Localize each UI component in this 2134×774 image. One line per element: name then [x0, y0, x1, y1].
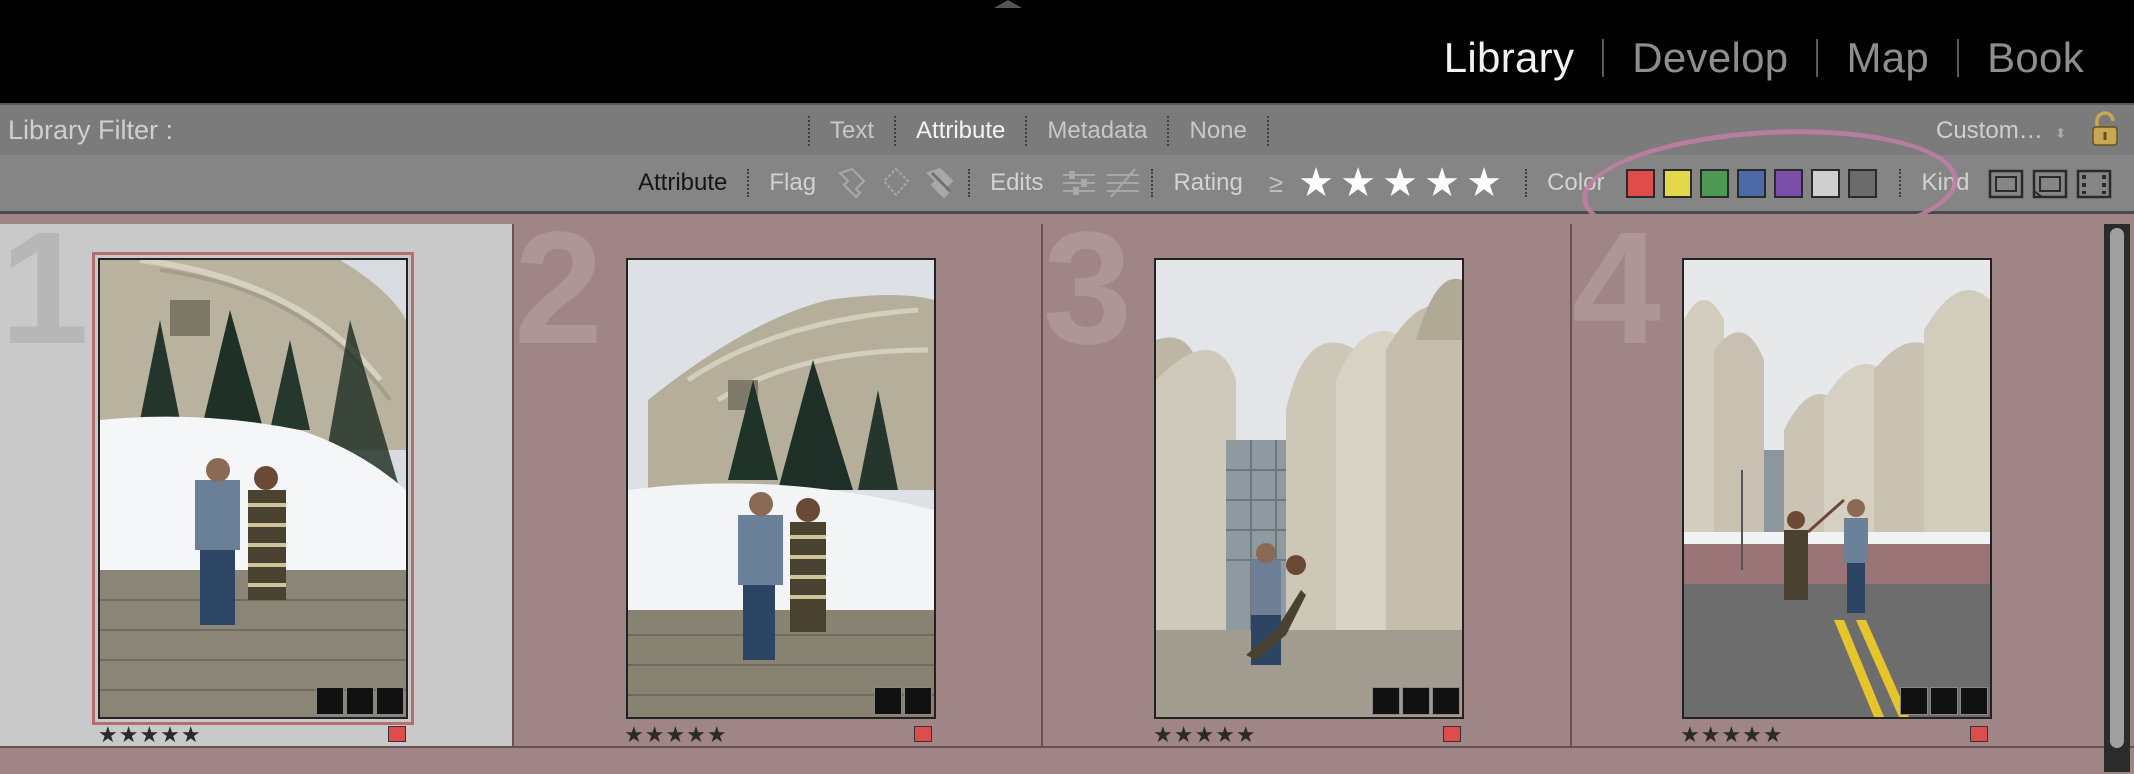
keyword-badge-icon[interactable] — [874, 687, 902, 715]
module-picker-bar: Library Develop Map Book — [0, 0, 2134, 97]
color-label-chip[interactable] — [388, 726, 406, 742]
filter-tabs: Text Attribute Metadata None — [808, 113, 1269, 149]
crop-badge-icon[interactable] — [1930, 687, 1958, 715]
thumbnail-grid: 1 ★★★★★ 2 ★★★★★ 3 ★★★★★ 4 ★★★★★ — [0, 214, 2134, 774]
keyword-badge-icon[interactable] — [1900, 687, 1928, 715]
flag-unflagged-icon[interactable] — [876, 163, 916, 203]
rating-star-4[interactable]: ★ — [1421, 160, 1463, 206]
filter-preset-value: Custom… — [1936, 117, 2043, 144]
filter-preset-dropdown[interactable]: Custom… ⬍ — [1936, 117, 2066, 145]
color-label-chip[interactable] — [1443, 726, 1461, 742]
grid-cell[interactable]: 4 ★★★★★ — [1572, 224, 2102, 760]
edited-icon[interactable] — [1059, 163, 1099, 203]
module-develop[interactable]: Develop — [1604, 34, 1816, 82]
thumbnail-rating[interactable]: ★★★★★ — [98, 722, 202, 748]
divider — [747, 169, 750, 197]
rating-star-2[interactable]: ★ — [1337, 160, 1379, 206]
next-row-preview — [0, 746, 2134, 774]
thumbnail-badges — [314, 687, 404, 715]
rating-label: Rating — [1173, 169, 1243, 196]
develop-adjusted-badge-icon[interactable] — [376, 687, 404, 715]
develop-adjusted-badge-icon[interactable] — [1432, 687, 1460, 715]
thumbnail-badges — [872, 687, 932, 715]
module-book[interactable]: Book — [1959, 34, 2112, 82]
thumbnail-rating[interactable]: ★★★★★ — [1153, 722, 1257, 748]
kind-master-photo-icon[interactable] — [1986, 163, 2026, 203]
flag-label: Flag — [769, 169, 817, 196]
develop-adjusted-badge-icon[interactable] — [904, 687, 932, 715]
thumbnail-rating[interactable]: ★★★★★ — [1680, 722, 1784, 748]
keyword-badge-icon[interactable] — [316, 687, 344, 715]
edits-label: Edits — [990, 169, 1044, 196]
panel-toggle-arrow[interactable] — [994, 0, 1022, 8]
lock-icon[interactable] — [2090, 111, 2120, 147]
photo-thumbnail[interactable] — [1682, 258, 1992, 719]
crop-badge-icon[interactable] — [1402, 687, 1430, 715]
unedited-icon[interactable] — [1103, 163, 1143, 203]
kind-virtual-copy-icon[interactable] — [2030, 163, 2070, 203]
photo-thumbnail[interactable] — [92, 252, 414, 725]
kind-video-icon[interactable] — [2074, 163, 2114, 203]
divider — [1525, 169, 1528, 197]
thumbnail-badges — [1898, 687, 1988, 715]
thumbnail-badges — [1370, 687, 1460, 715]
cell-index-number: 1 — [0, 224, 89, 377]
module-library[interactable]: Library — [1416, 34, 1602, 82]
divider — [1266, 116, 1269, 146]
filter-tab-attribute[interactable]: Attribute — [896, 113, 1025, 149]
grid-scrollbar[interactable] — [2104, 224, 2130, 772]
module-map[interactable]: Map — [1818, 34, 1957, 82]
attribute-label: Attribute — [638, 169, 728, 196]
thumbnail-rating[interactable]: ★★★★★ — [624, 722, 728, 748]
scrollbar-thumb[interactable] — [2110, 228, 2124, 748]
module-picker: Library Develop Map Book — [1416, 28, 2112, 88]
grid-cell[interactable]: 1 ★★★★★ — [0, 224, 512, 760]
cell-index-number: 3 — [1043, 224, 1132, 377]
keyword-badge-icon[interactable] — [1372, 687, 1400, 715]
color-label-chip[interactable] — [1970, 726, 1988, 742]
color-label-chip[interactable] — [914, 726, 932, 742]
rating-star-1[interactable]: ★ — [1295, 160, 1337, 206]
divider — [968, 169, 971, 197]
grid-cell[interactable]: 2 ★★★★★ — [514, 224, 1041, 760]
divider — [1151, 169, 1154, 197]
photo-thumbnail[interactable] — [1154, 258, 1464, 719]
photo-thumbnail[interactable] — [626, 258, 936, 719]
filter-tab-text[interactable]: Text — [810, 113, 894, 149]
cell-index-number: 4 — [1572, 224, 1661, 377]
flag-rejected-icon[interactable] — [920, 163, 960, 203]
develop-adjusted-badge-icon[interactable] — [1960, 687, 1988, 715]
filter-tab-none[interactable]: None — [1169, 113, 1266, 149]
library-filter-title: Library Filter : — [8, 115, 174, 145]
grid-cell[interactable]: 3 ★★★★★ — [1043, 224, 1570, 760]
flag-picked-icon[interactable] — [832, 163, 872, 203]
crop-badge-icon[interactable] — [346, 687, 374, 715]
chevron-updown-icon: ⬍ — [2054, 125, 2067, 141]
rating-star-5[interactable]: ★ — [1463, 160, 1505, 206]
filter-tab-metadata[interactable]: Metadata — [1027, 113, 1167, 149]
rating-star-3[interactable]: ★ — [1379, 160, 1421, 206]
rating-operator[interactable]: ≥ — [1257, 168, 1295, 199]
cell-index-number: 2 — [514, 224, 603, 377]
